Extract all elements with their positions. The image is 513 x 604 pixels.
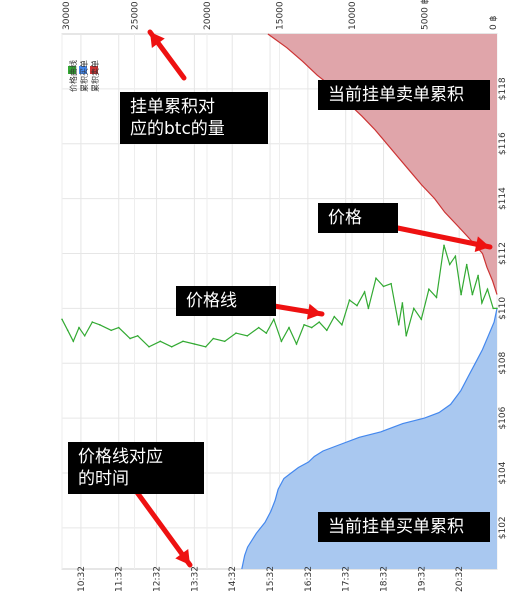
price-tick-label: $110 [498,297,508,320]
price-axis: $102 $104 $106 $108 $110 $112 $114 $116 $118 [498,77,508,539]
time-tick-label: 11:32 [115,566,125,592]
price-point [454,255,457,257]
price-point [273,318,275,321]
price-point [78,326,80,329]
volume-tick-label: 20000 ฿ [203,0,213,30]
time-tick-label: 20:32 [455,566,465,592]
time-tick-label: 13:32 [190,566,200,592]
annotation-callout: 价格 [318,203,398,233]
price-point [182,340,184,343]
price-point [223,340,226,343]
price-point [356,304,358,307]
volume-tick-label: 15000 ฿ [276,0,286,30]
time-tick-label: 19:32 [417,566,427,592]
price-point [477,274,479,277]
price-point [401,302,404,304]
price-point [303,324,305,326]
time-tick-label: 17:32 [342,566,352,592]
price-point [99,324,101,326]
price-point [382,285,385,288]
volume-tick-label: 0 ฿ [489,15,499,30]
annotation-callout: 价格线 [176,286,276,316]
annotation-callout: 挂单累积对 应的btc的量 [120,92,268,144]
price-point [318,321,321,323]
price-tick-label: $102 [498,516,508,539]
depth-chart-screenshot: $102 $104 $106 $108 $110 $112 $114 $116 $118 10:3… [0,0,513,600]
price-point [405,335,408,337]
price-point [471,293,474,296]
time-tick-label: 18:32 [380,566,390,592]
price-point [72,340,75,343]
legend-label: 累积买单 [79,60,89,92]
volume-tick-label: 5000 ฿ [421,0,431,30]
volume-tick-label: 10000 ฿ [348,0,358,30]
legend-label: 价格曲线 [68,60,78,92]
price-point [288,326,290,329]
price-point [367,307,370,310]
price-point [66,329,69,332]
price-point [443,244,445,247]
price-tick-label: $112 [498,242,508,265]
price-point [280,340,283,343]
price-point [136,335,139,337]
price-point [481,302,483,304]
price-point [91,321,94,323]
price-point [435,296,438,299]
price-point [61,318,63,321]
annotation-callout: 价格线对应 的时间 [68,442,204,494]
time-tick-label: 16:32 [304,566,314,592]
price-point [428,288,430,291]
price-point [397,324,400,326]
price-tick-label: $114 [498,187,508,210]
price-point [117,326,120,329]
price-tick-label: $106 [498,406,508,429]
price-point [326,329,328,332]
price-point [348,299,351,301]
price-point [193,343,196,345]
price-tick-label: $116 [498,132,508,155]
price-tick-label: $108 [498,351,508,374]
price-point [486,288,489,291]
price-point [310,326,313,329]
price-point [413,307,415,310]
time-tick-label: 14:32 [228,566,238,592]
price-point [492,307,495,310]
price-point [363,291,366,293]
price-point [246,335,249,337]
price-point [159,340,162,343]
price-point [204,346,207,348]
price-point [170,346,173,348]
time-tick-label: 12:32 [153,566,163,592]
chart-legend: 价格曲线 累积买单 累积卖单 [68,60,100,92]
price-point [257,326,260,329]
price-point [375,277,377,280]
annotation-callout: 当前挂单卖单累积 [318,80,490,110]
legend-label: 累积卖单 [90,60,100,92]
time-tick-label: 10:32 [77,566,87,592]
annotation-callout: 当前挂单买单累积 [318,512,490,542]
price-point [460,293,462,296]
price-point [83,335,86,337]
price-point [420,318,423,321]
price-point [212,337,215,340]
price-point [333,315,336,318]
price-tick-label: $104 [498,461,508,484]
price-point [235,332,237,334]
price-point [341,324,343,326]
price-point [448,263,451,266]
price-tick-label: $118 [498,77,508,100]
price-point [110,329,112,332]
price-point [390,282,392,285]
price-point [465,263,468,266]
price-point [129,337,131,340]
time-tick-label: 15:32 [266,566,276,592]
volume-tick-label: 30000 ฿ [62,0,72,30]
volume-tick-label: 25000 ฿ [131,0,141,30]
price-point [295,343,298,345]
price-point [265,332,268,334]
price-point [148,346,150,348]
